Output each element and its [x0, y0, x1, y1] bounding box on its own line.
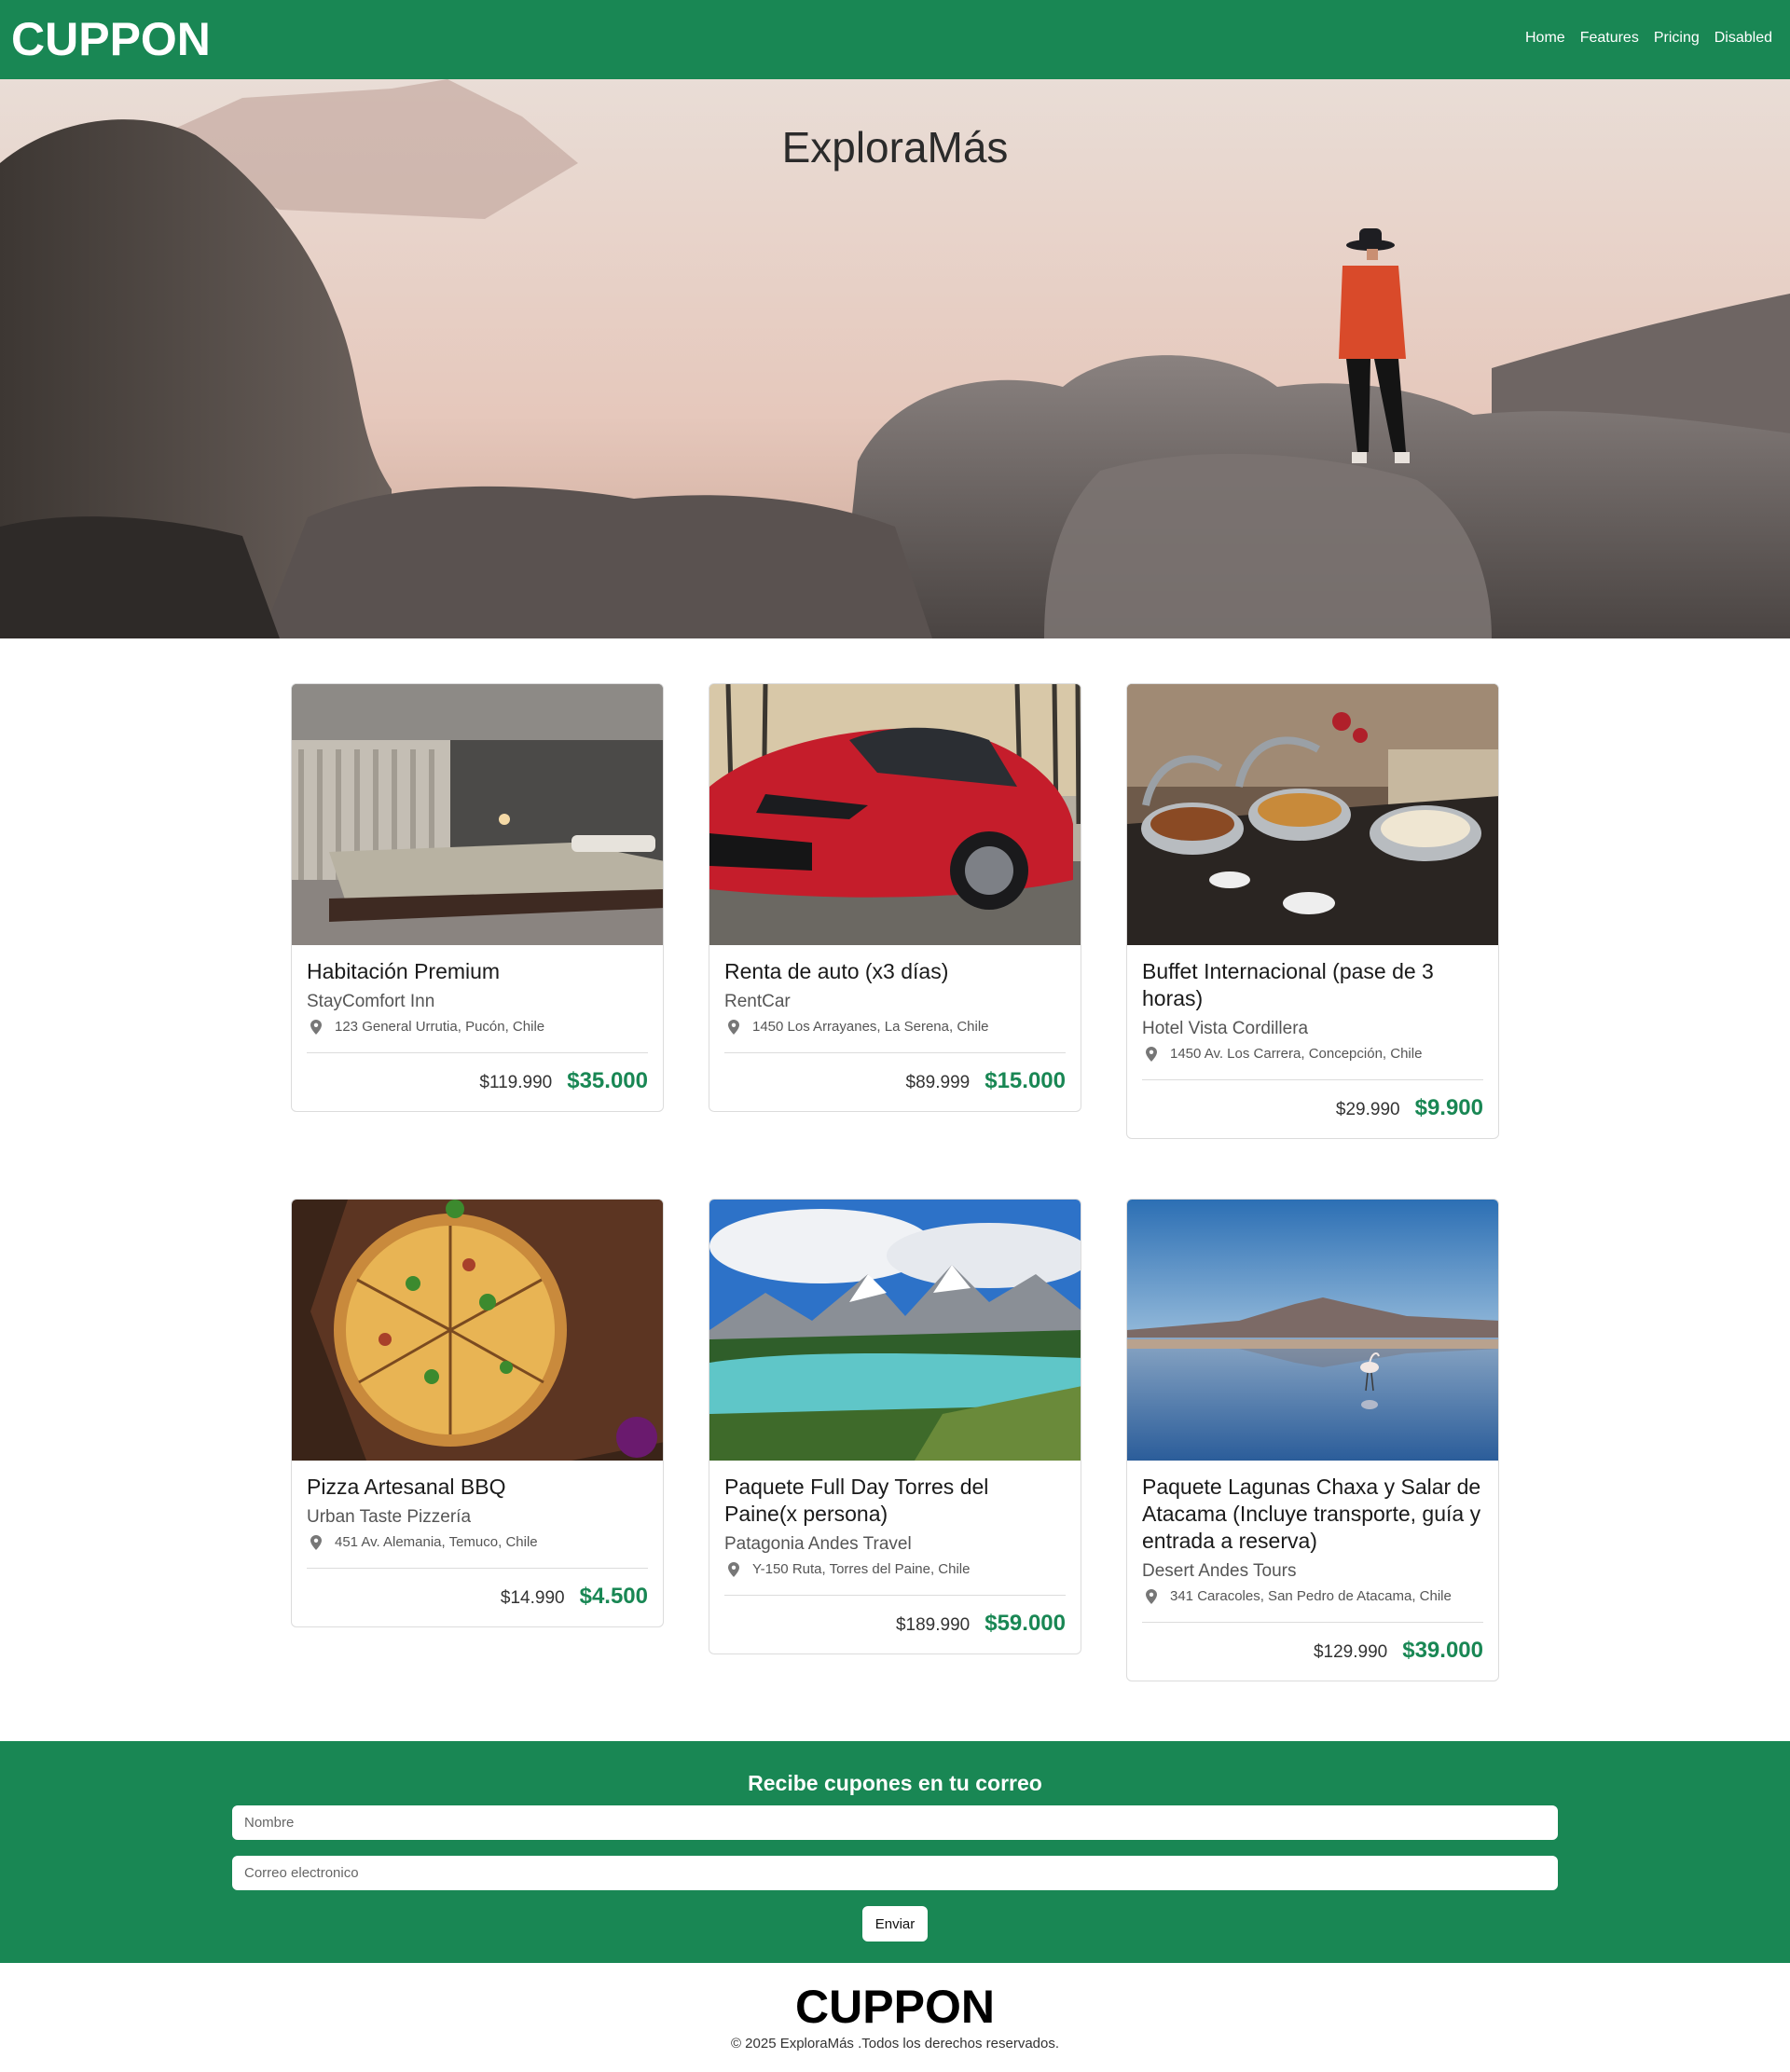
coupon-card[interactable]: Renta de auto (x3 días) RentCar 1450 Los… [709, 683, 1081, 1112]
nav-link-disabled[interactable]: Disabled [1714, 27, 1772, 49]
footer-copyright: © 2025 ExploraMás .Todos los derechos re… [730, 2036, 1060, 2051]
hotel-room-image [292, 684, 663, 945]
nav-link-pricing[interactable]: Pricing [1654, 27, 1700, 49]
card-vendor: Urban Taste Pizzería [307, 1507, 472, 1527]
coupon-card[interactable]: Paquete Lagunas Chaxa y Salar de Atacama… [1126, 1199, 1499, 1681]
card-address-text: 1450 Av. Los Carrera, Concepción, Chile [1170, 1046, 1423, 1062]
old-price: $129.990 [1313, 1642, 1388, 1662]
card-vendor: Hotel Vista Cordillera [1142, 1019, 1309, 1038]
card-address: Y-150 Ruta, Torres del Paine, Chile [724, 1559, 1066, 1580]
card-vendor: Desert Andes Tours [1142, 1561, 1297, 1581]
discount-price: $9.900 [1414, 1095, 1483, 1120]
map-pin-icon [728, 1020, 739, 1035]
card-prices: $29.990 $9.900 [1142, 1080, 1483, 1121]
pizza-image [292, 1200, 663, 1461]
card-address-text: 123 General Urrutia, Pucón, Chile [335, 1019, 545, 1035]
name-input[interactable] [232, 1805, 1558, 1840]
card-vendor: StayComfort Inn [307, 992, 435, 1011]
map-pin-icon [310, 1535, 322, 1550]
card-prices: $129.990 $39.000 [1142, 1623, 1483, 1664]
card-title: Habitación Premium [307, 959, 501, 983]
card-prices: $14.990 $4.500 [307, 1569, 648, 1610]
salar-flamingo-image [1127, 1200, 1498, 1461]
map-pin-icon [310, 1020, 322, 1035]
card-title: Paquete Lagunas Chaxa y Salar de Atacama… [1142, 1475, 1481, 1553]
card-address: 1450 Los Arrayanes, La Serena, Chile [724, 1017, 1066, 1037]
coupon-card[interactable]: Pizza Artesanal BBQ Urban Taste Pizzería… [291, 1199, 664, 1627]
discount-price: $15.000 [984, 1068, 1066, 1093]
newsletter-title: Recibe cupones en tu correo [748, 1771, 1042, 1795]
card-address-text: Y-150 Ruta, Torres del Paine, Chile [752, 1561, 971, 1577]
nav-links: Home Features Pricing Disabled [1525, 27, 1772, 49]
discount-price: $59.000 [984, 1611, 1066, 1636]
map-pin-icon [728, 1562, 739, 1577]
buffet-image [1127, 684, 1498, 945]
old-price: $29.990 [1335, 1100, 1400, 1119]
card-address: 123 General Urrutia, Pucón, Chile [307, 1017, 648, 1037]
card-address-text: 1450 Los Arrayanes, La Serena, Chile [752, 1019, 989, 1035]
old-price: $119.990 [479, 1073, 553, 1092]
coupon-card[interactable]: Buffet Internacional (pase de 3 horas) H… [1126, 683, 1499, 1139]
nav-link-home[interactable]: Home [1525, 27, 1565, 49]
card-title: Renta de auto (x3 días) [724, 959, 949, 983]
card-prices: $189.990 $59.000 [724, 1596, 1066, 1637]
card-vendor: Patagonia Andes Travel [724, 1534, 912, 1554]
old-price: $189.990 [895, 1615, 971, 1635]
torres-del-paine-image [709, 1200, 1081, 1461]
discount-price: $4.500 [579, 1584, 648, 1609]
card-prices: $119.990 $35.000 [307, 1053, 648, 1094]
navbar: CUPPON Home Features Pricing Disabled [0, 0, 1790, 79]
old-price: $14.990 [500, 1588, 565, 1608]
card-address-text: 451 Av. Alemania, Temuco, Chile [335, 1534, 538, 1550]
hero-title: ExploraMás [781, 123, 1009, 172]
footer-brand: CUPPON [795, 1981, 995, 2033]
brand-logo[interactable]: CUPPON [11, 9, 211, 69]
hero-banner: ExploraMás [0, 79, 1790, 638]
card-address-text: 341 Caracoles, San Pedro de Atacama, Chi… [1170, 1588, 1452, 1604]
coupon-card[interactable]: Paquete Full Day Torres del Paine(x pers… [709, 1199, 1081, 1654]
discount-price: $35.000 [567, 1068, 648, 1093]
map-pin-icon [1146, 1047, 1157, 1062]
card-address: 451 Av. Alemania, Temuco, Chile [307, 1532, 648, 1553]
card-address: 1450 Av. Los Carrera, Concepción, Chile [1142, 1044, 1483, 1064]
card-prices: $89.999 $15.000 [724, 1053, 1066, 1094]
card-title: Buffet Internacional (pase de 3 horas) [1142, 959, 1434, 1010]
newsletter-section: Recibe cupones en tu correo Enviar [0, 1741, 1790, 1963]
submit-button[interactable]: Enviar [862, 1906, 928, 1942]
old-price: $89.999 [905, 1073, 971, 1092]
card-vendor: RentCar [724, 992, 791, 1011]
email-input[interactable] [232, 1856, 1558, 1890]
coupon-card[interactable]: Habitación Premium StayComfort Inn 123 G… [291, 683, 664, 1112]
discount-price: $39.000 [1402, 1638, 1483, 1663]
card-address: 341 Caracoles, San Pedro de Atacama, Chi… [1142, 1586, 1483, 1607]
card-title: Pizza Artesanal BBQ [307, 1475, 506, 1499]
nav-link-features[interactable]: Features [1580, 27, 1639, 49]
red-car-image [709, 684, 1081, 945]
card-title: Paquete Full Day Torres del Paine(x pers… [724, 1475, 989, 1526]
map-pin-icon [1146, 1589, 1157, 1604]
